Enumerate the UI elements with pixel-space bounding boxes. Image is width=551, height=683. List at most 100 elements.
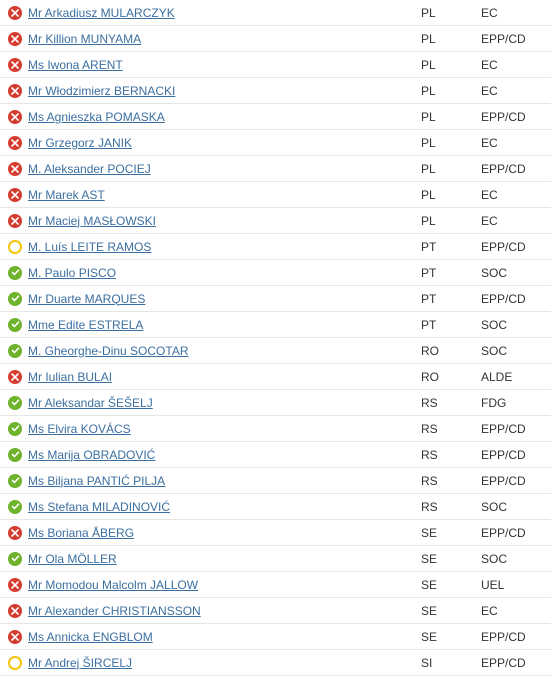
political-group: EPP/CD — [481, 422, 551, 436]
vote-status — [6, 552, 24, 566]
political-group: EPP/CD — [481, 162, 551, 176]
member-name-link[interactable]: Mr Arkadiusz MULARCZYK — [24, 6, 421, 20]
political-group: EPP/CD — [481, 448, 551, 462]
table-row: Mr Alexander CHRISTIANSSONSEEC — [0, 598, 551, 624]
cross-icon — [8, 6, 22, 20]
vote-status — [6, 188, 24, 202]
table-row: Mr Grzegorz JANIKPLEC — [0, 130, 551, 156]
table-row: Ms Elvira KOVÁCSRSEPP/CD — [0, 416, 551, 442]
vote-status — [6, 214, 24, 228]
country-code: SE — [421, 630, 481, 644]
political-group: EC — [481, 214, 551, 228]
political-group: EC — [481, 136, 551, 150]
table-row: Ms Annicka ENGBLOMSEEPP/CD — [0, 624, 551, 650]
check-icon — [8, 344, 22, 358]
political-group: EPP/CD — [481, 240, 551, 254]
vote-table: Mr Arkadiusz MULARCZYKPLECMr Killion MUN… — [0, 0, 551, 676]
member-name-link[interactable]: M. Luís LEITE RAMOS — [24, 240, 421, 254]
member-name-link[interactable]: Ms Stefana MILADINOVIĆ — [24, 500, 421, 514]
country-code: SE — [421, 526, 481, 540]
vote-status — [6, 422, 24, 436]
table-row: Ms Agnieszka POMASKAPLEPP/CD — [0, 104, 551, 130]
political-group: EC — [481, 6, 551, 20]
member-name-link[interactable]: Mr Andrej ŠIRCELJ — [24, 656, 421, 670]
member-name-link[interactable]: M. Aleksander POCIEJ — [24, 162, 421, 176]
country-code: PL — [421, 214, 481, 228]
member-name-link[interactable]: Ms Agnieszka POMASKA — [24, 110, 421, 124]
member-name-link[interactable]: Mr Aleksandar ŠEŠELJ — [24, 396, 421, 410]
table-row: Mr Ola MÖLLERSESOC — [0, 546, 551, 572]
vote-status — [6, 266, 24, 280]
country-code: SI — [421, 656, 481, 670]
member-name-link[interactable]: M. Paulo PISCO — [24, 266, 421, 280]
member-name-link[interactable]: Mr Marek AST — [24, 188, 421, 202]
table-row: Mr Killion MUNYAMAPLEPP/CD — [0, 26, 551, 52]
member-name-link[interactable]: Mr Killion MUNYAMA — [24, 32, 421, 46]
table-row: Mr Momodou Malcolm JALLOWSEUEL — [0, 572, 551, 598]
cross-icon — [8, 32, 22, 46]
cross-icon — [8, 136, 22, 150]
country-code: RS — [421, 396, 481, 410]
vote-status — [6, 526, 24, 540]
political-group: EPP/CD — [481, 656, 551, 670]
cross-icon — [8, 604, 22, 618]
vote-status — [6, 292, 24, 306]
country-code: PL — [421, 188, 481, 202]
table-row: Ms Boriana ÅBERGSEEPP/CD — [0, 520, 551, 546]
table-row: Mr Duarte MARQUESPTEPP/CD — [0, 286, 551, 312]
table-row: M. Aleksander POCIEJPLEPP/CD — [0, 156, 551, 182]
member-name-link[interactable]: Ms Boriana ÅBERG — [24, 526, 421, 540]
political-group: EPP/CD — [481, 292, 551, 306]
political-group: FDG — [481, 396, 551, 410]
country-code: PL — [421, 58, 481, 72]
political-group: EPP/CD — [481, 526, 551, 540]
country-code: RS — [421, 448, 481, 462]
vote-status — [6, 474, 24, 488]
cross-icon — [8, 110, 22, 124]
check-icon — [8, 396, 22, 410]
table-row: Mr Aleksandar ŠEŠELJRSFDG — [0, 390, 551, 416]
check-icon — [8, 474, 22, 488]
member-name-link[interactable]: Ms Iwona ARENT — [24, 58, 421, 72]
member-name-link[interactable]: M. Gheorghe-Dinu SOCOTAR — [24, 344, 421, 358]
member-name-link[interactable]: Mr Grzegorz JANIK — [24, 136, 421, 150]
member-name-link[interactable]: Mr Alexander CHRISTIANSSON — [24, 604, 421, 618]
vote-status — [6, 370, 24, 384]
table-row: M. Luís LEITE RAMOSPTEPP/CD — [0, 234, 551, 260]
table-row: Mr Marek ASTPLEC — [0, 182, 551, 208]
country-code: PT — [421, 318, 481, 332]
political-group: EC — [481, 58, 551, 72]
member-name-link[interactable]: Mr Duarte MARQUES — [24, 292, 421, 306]
table-row: Mme Edite ESTRELAPTSOC — [0, 312, 551, 338]
table-row: Ms Stefana MILADINOVIĆRSSOC — [0, 494, 551, 520]
member-name-link[interactable]: Ms Marija OBRADOVIĆ — [24, 448, 421, 462]
political-group: EC — [481, 84, 551, 98]
country-code: RO — [421, 370, 481, 384]
member-name-link[interactable]: Mr Włodzimierz BERNACKI — [24, 84, 421, 98]
vote-status — [6, 500, 24, 514]
vote-status — [6, 396, 24, 410]
vote-status — [6, 162, 24, 176]
political-group: SOC — [481, 344, 551, 358]
member-name-link[interactable]: Ms Annicka ENGBLOM — [24, 630, 421, 644]
political-group: EC — [481, 188, 551, 202]
political-group: EPP/CD — [481, 110, 551, 124]
member-name-link[interactable]: Mr Maciej MASŁOWSKI — [24, 214, 421, 228]
member-name-link[interactable]: Mr Momodou Malcolm JALLOW — [24, 578, 421, 592]
member-name-link[interactable]: Mr Iulian BULAI — [24, 370, 421, 384]
member-name-link[interactable]: Mme Edite ESTRELA — [24, 318, 421, 332]
country-code: PL — [421, 6, 481, 20]
member-name-link[interactable]: Ms Biljana PANTIĆ PILJA — [24, 474, 421, 488]
member-name-link[interactable]: Mr Ola MÖLLER — [24, 552, 421, 566]
cross-icon — [8, 58, 22, 72]
cross-icon — [8, 84, 22, 98]
vote-status — [6, 240, 24, 254]
check-icon — [8, 318, 22, 332]
check-icon — [8, 292, 22, 306]
country-code: PL — [421, 162, 481, 176]
cross-icon — [8, 370, 22, 384]
member-name-link[interactable]: Ms Elvira KOVÁCS — [24, 422, 421, 436]
circle-icon — [8, 240, 22, 254]
political-group: EC — [481, 604, 551, 618]
check-icon — [8, 448, 22, 462]
